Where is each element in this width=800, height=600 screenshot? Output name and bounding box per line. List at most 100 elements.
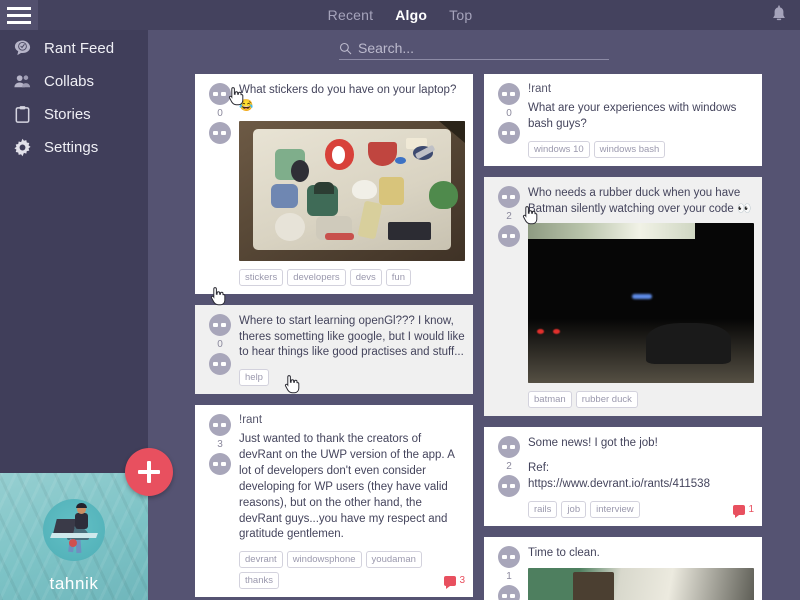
app-root: Recent Algo Top Rant Feed Collabs Storie…: [0, 0, 800, 600]
comment-count: 1: [748, 504, 754, 516]
tab-recent[interactable]: Recent: [328, 7, 374, 23]
dark-batman-photo: [528, 223, 754, 384]
tag[interactable]: devs: [349, 268, 382, 286]
top-bar: Recent Algo Top: [0, 0, 800, 30]
vote-score: 0: [217, 338, 223, 350]
sidebar-item-rant-feed[interactable]: Rant Feed: [0, 33, 148, 63]
post-image[interactable]: [239, 120, 465, 261]
search-icon: [339, 42, 352, 55]
tag[interactable]: windows 10: [528, 140, 590, 158]
sidebar-item-label: Rant Feed: [44, 39, 115, 57]
sidebar-item-collabs[interactable]: Collabs: [0, 66, 148, 96]
comment-count: 3: [459, 575, 465, 587]
post-text: Some news! I got the job!: [528, 437, 658, 450]
post-body: Time to clean.: [526, 546, 754, 600]
vote-column: 1: [492, 546, 526, 600]
downvote-button[interactable]: [498, 224, 520, 247]
vote-column: 0: [203, 83, 237, 286]
upvote-button[interactable]: [209, 313, 231, 336]
downvote-button[interactable]: [498, 122, 520, 144]
rant-bubble-icon: [12, 38, 32, 58]
post-tags: help: [239, 369, 465, 387]
post-text: Who needs a rubber duck when you have Ba…: [528, 186, 752, 215]
post-text-2: Ref: https://www.devrant.io/rants/411538: [528, 462, 710, 491]
tag[interactable]: youdaman: [365, 551, 422, 569]
tag[interactable]: windowsphone: [286, 551, 362, 569]
comment-bubble-icon: [733, 504, 746, 518]
tag[interactable]: rails: [528, 501, 558, 519]
post-body: !rant What are your experiences with win…: [526, 83, 754, 158]
tag[interactable]: thanks: [239, 572, 279, 590]
tag[interactable]: windows bash: [593, 140, 666, 158]
post-image[interactable]: [528, 567, 754, 600]
post-text: What are your experiences with windows b…: [528, 102, 740, 130]
post-text: Where to start learning openGl??? I know…: [239, 314, 468, 359]
post-body: What stickers do you have on your laptop…: [237, 83, 465, 286]
tag[interactable]: interview: [590, 501, 640, 519]
tag[interactable]: fun: [385, 268, 411, 286]
post-body: Who needs a rubber duck when you have Ba…: [526, 186, 754, 409]
post-card[interactable]: 2 Some news! I got the job! Ref: https:/…: [484, 427, 762, 527]
post-tags: devrant windowsphone youdaman thanks 3: [239, 551, 465, 590]
search-input[interactable]: Search...: [339, 40, 609, 60]
vote-score: 0: [217, 108, 223, 119]
tag[interactable]: help: [239, 369, 269, 387]
downvote-button[interactable]: [498, 585, 520, 600]
add-rant-fab-button[interactable]: [125, 448, 173, 496]
upvote-button[interactable]: [209, 414, 231, 437]
vote-column: 3: [203, 414, 237, 589]
upvote-button[interactable]: [498, 546, 520, 569]
post-card[interactable]: 0 Where to start learning openGl??? I kn…: [195, 304, 473, 395]
comment-count-badge[interactable]: 1: [733, 504, 754, 518]
people-icon: [12, 71, 32, 91]
tag[interactable]: stickers: [239, 268, 284, 286]
search-bar: Search...: [148, 30, 800, 70]
tag[interactable]: developers: [287, 268, 346, 286]
post-card[interactable]: 1 Time to clean.: [484, 537, 762, 600]
post-tags: windows 10 windows bash: [528, 140, 754, 158]
profile-card[interactable]: tahnik: [0, 473, 148, 600]
profile-username: tahnik: [49, 574, 99, 593]
upvote-button[interactable]: [498, 436, 520, 459]
sidebar-item-label: Collabs: [44, 72, 95, 90]
downvote-button[interactable]: [209, 352, 231, 375]
upvote-button[interactable]: [498, 185, 520, 208]
comment-count-badge[interactable]: 3: [444, 575, 465, 589]
post-card[interactable]: 0 What stickers do you have on your lapt…: [195, 74, 473, 294]
post-rant-label: !rant: [528, 83, 552, 95]
post-tags: batman rubber duck: [528, 391, 754, 409]
downvote-button[interactable]: [209, 122, 231, 144]
sidebar-item-settings[interactable]: Settings: [0, 132, 148, 162]
vote-score: 1: [506, 571, 512, 583]
post-card[interactable]: 0 !rant What are your experiences with w…: [484, 74, 762, 166]
post-rant-label: !rant: [239, 414, 263, 427]
hamburger-icon-line: [7, 20, 31, 24]
vote-column: 0: [492, 83, 526, 158]
tag[interactable]: rubber duck: [575, 391, 638, 409]
tag[interactable]: job: [561, 501, 587, 519]
post-image[interactable]: [528, 223, 754, 384]
sidebar-item-label: Stories: [44, 105, 91, 123]
gear-icon: [12, 137, 32, 157]
tag[interactable]: batman: [528, 391, 572, 409]
post-card[interactable]: 3 !rant Just wanted to thank the creator…: [195, 405, 473, 598]
hamburger-menu-button[interactable]: [0, 0, 38, 30]
tag[interactable]: devrant: [239, 551, 283, 569]
messy-desk-photo: [528, 567, 754, 600]
post-card[interactable]: 2 Who needs a rubber duck when you have …: [484, 176, 762, 417]
downvote-button[interactable]: [209, 453, 231, 476]
tab-algo[interactable]: Algo: [395, 7, 427, 23]
upvote-button[interactable]: [498, 83, 520, 105]
tab-top[interactable]: Top: [449, 7, 472, 23]
upvote-button[interactable]: [209, 83, 231, 105]
sidebar-item-stories[interactable]: Stories: [0, 99, 148, 129]
post-body: Some news! I got the job! Ref: https://w…: [526, 436, 754, 519]
bell-icon[interactable]: [770, 5, 788, 25]
clipboard-icon: [12, 104, 32, 124]
hamburger-icon-line: [7, 6, 31, 10]
laptop-stickers-photo: [239, 120, 465, 261]
post-body: Where to start learning openGl??? I know…: [237, 314, 465, 387]
comment-bubble-icon: [444, 575, 457, 589]
downvote-button[interactable]: [498, 475, 520, 498]
content-area: Search... 0 What stickers do you have on…: [148, 30, 800, 600]
